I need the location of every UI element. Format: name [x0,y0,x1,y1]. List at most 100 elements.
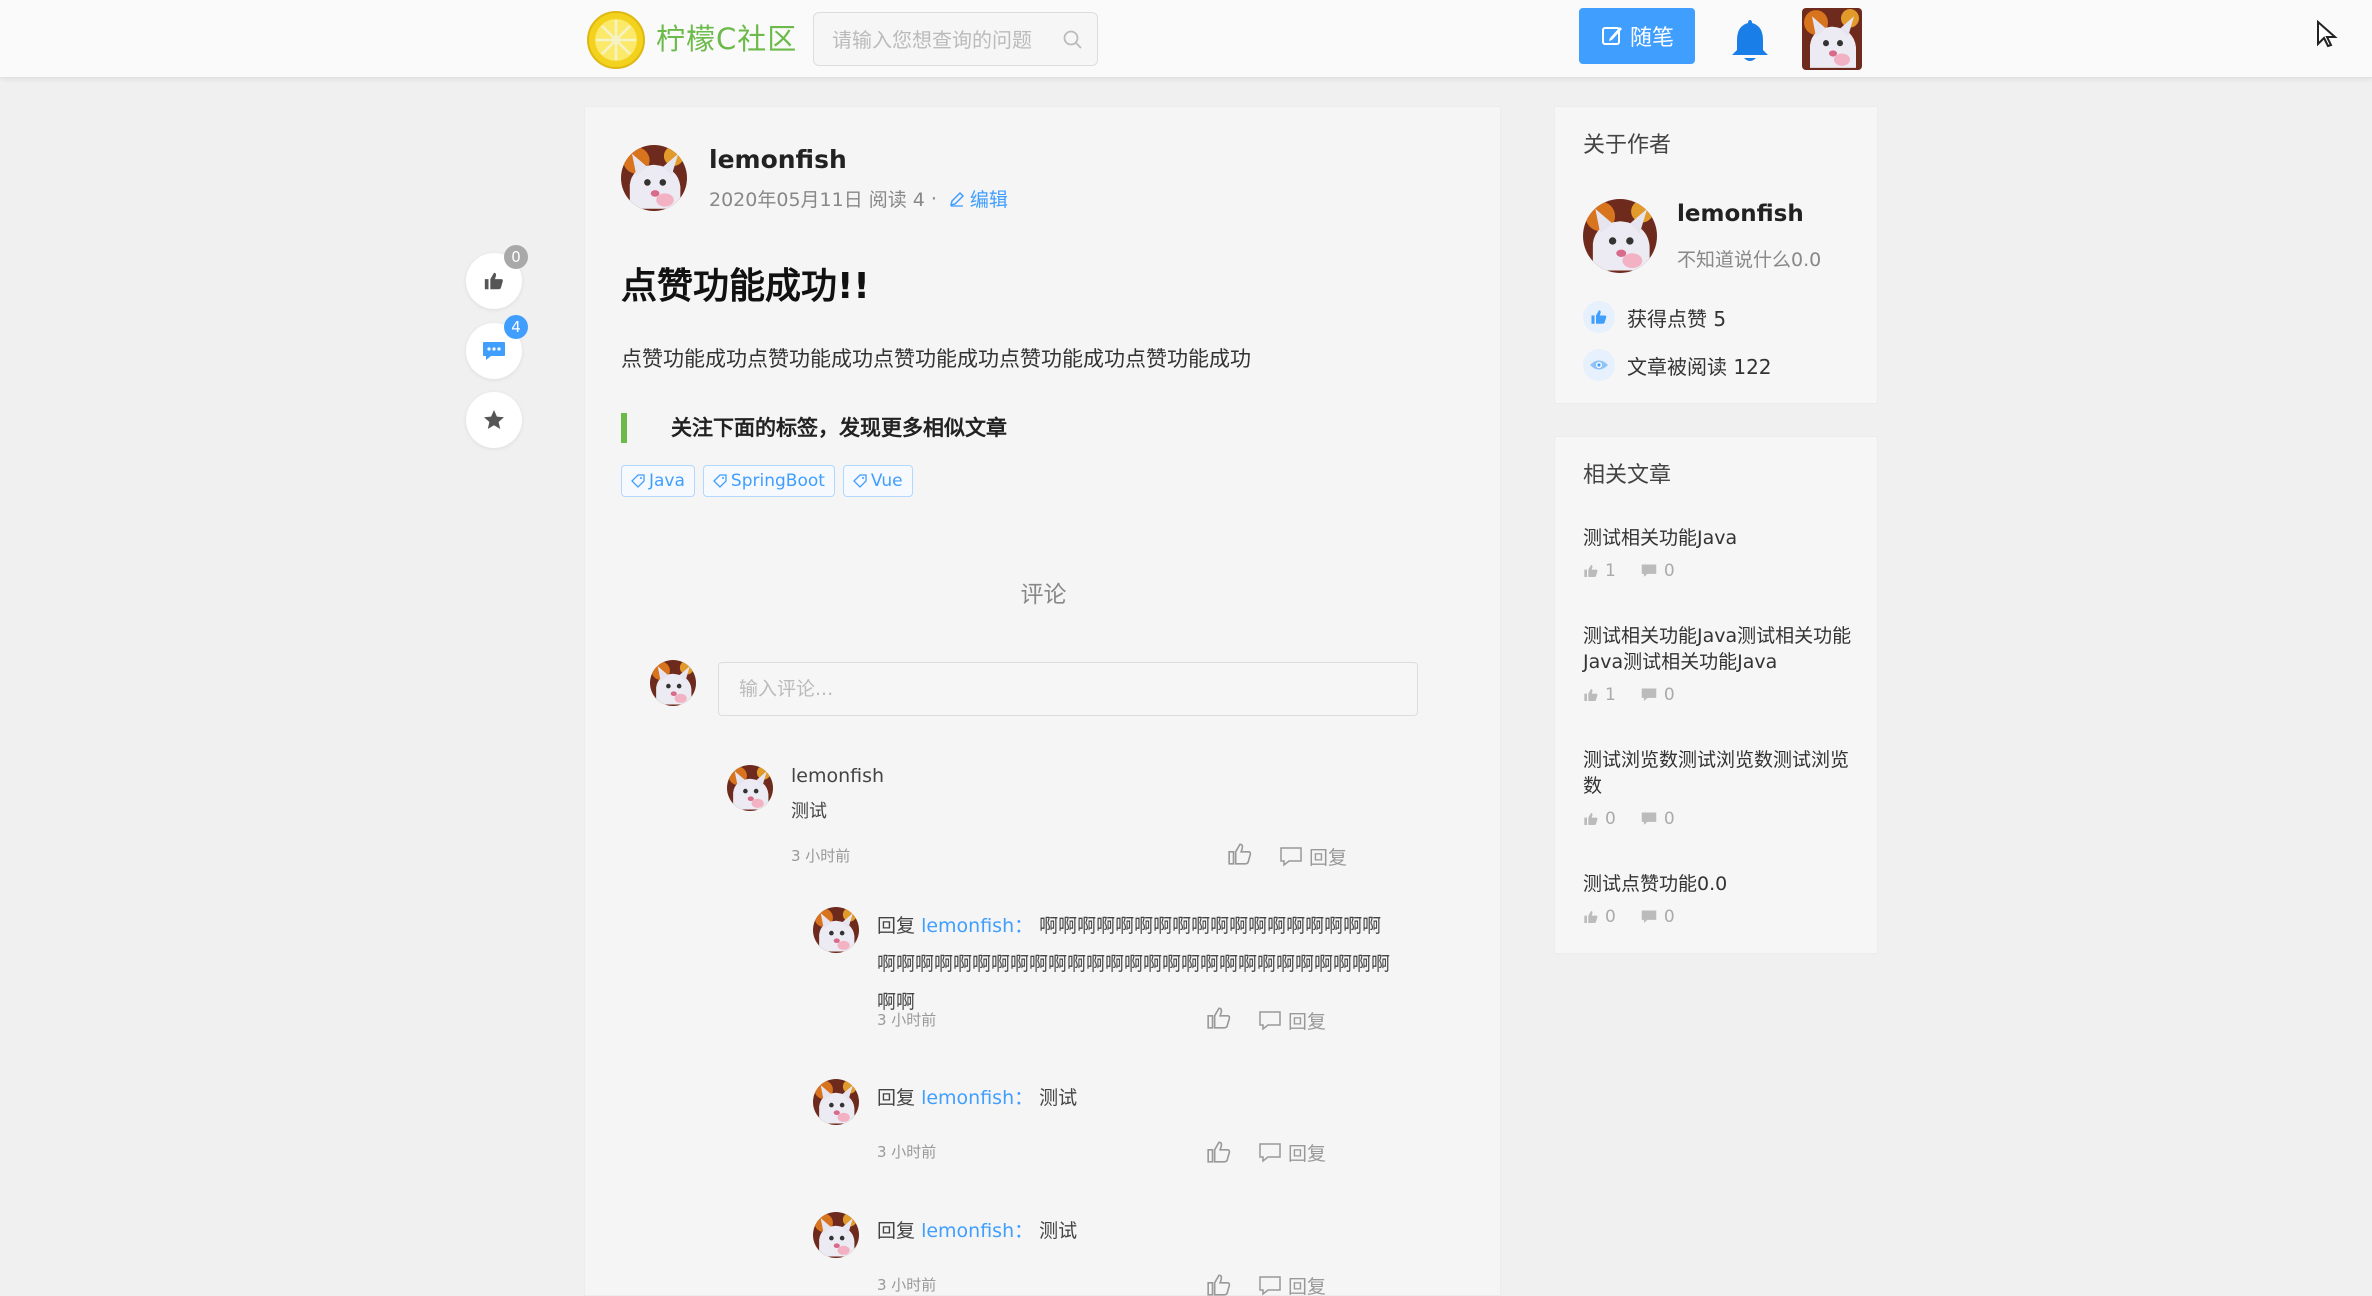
author-avatar[interactable] [621,145,687,211]
star-icon [484,410,504,429]
related-comments-count: 0 [1663,907,1675,927]
related-article-item[interactable]: 测试浏览数测试浏览数测试浏览数 0 0 [1583,747,1853,829]
user-avatar[interactable] [1802,8,1862,70]
reply-target[interactable]: lemonfish： [921,1087,1033,1109]
reply-item: 回复 lemonfish： 啊啊啊啊啊啊啊啊啊啊啊啊啊啊啊啊啊啊啊啊啊啊啊啊啊啊… [813,907,1433,1037]
write-post-label: 随笔 [1629,26,1674,51]
related-likes-count: 0 [1605,809,1616,829]
about-author-title: 关于作者 [1583,133,1672,158]
related-likes: 1 [1583,561,1616,581]
thumbs-up-icon[interactable] [1206,1139,1232,1165]
related-articles-card: 相关文章 测试相关功能Java 1 0 测试相关功能Java测试相关功能Java… [1554,436,1878,954]
commenter-avatar[interactable] [813,1212,859,1258]
related-article-item[interactable]: 测试相关功能Java测试相关功能Java测试相关功能Java 1 0 [1583,623,1853,705]
thumbs-up-icon [1584,813,1598,825]
reply-prefix: 回复 [877,1087,916,1109]
top-navbar: 柠檬C社区 随笔 [0,0,2372,78]
article-body: 点赞功能成功点赞功能成功点赞功能成功点赞功能成功点赞功能成功 [621,347,1251,371]
article-reads-label: 文章被阅读 122 [1627,354,1772,379]
commenter-name[interactable]: lemonfish [791,765,884,787]
tag-list: Java SpringBoot Vue [621,465,913,497]
comment-icon [1259,1142,1281,1163]
tag-springboot[interactable]: SpringBoot [702,465,835,497]
commenter-avatar[interactable] [813,907,859,953]
related-likes-count: 0 [1605,907,1616,927]
reply-content: 回复 lemonfish： 啊啊啊啊啊啊啊啊啊啊啊啊啊啊啊啊啊啊啊啊啊啊啊啊啊啊… [877,907,1397,1021]
lemon-logo-icon[interactable] [586,10,646,70]
thumbs-up-icon[interactable] [1206,1272,1232,1296]
related-article-title[interactable]: 测试相关功能Java测试相关功能Java测试相关功能Java [1583,623,1853,675]
reply-button[interactable]: 回复 [1279,843,1347,870]
write-post-button[interactable]: 随笔 [1579,8,1695,64]
tag-label: Vue [870,471,903,491]
related-comments: 0 [1640,809,1675,829]
comment-count-badge: 4 [504,315,528,339]
article-date: 2020年05月11日 [709,189,863,211]
comment-input[interactable] [718,662,1418,716]
comment-icon [483,342,505,360]
commenter-avatar[interactable] [813,1079,859,1125]
current-user-avatar [650,660,696,706]
thumbs-up-icon[interactable] [1227,841,1253,867]
comment-icon [1259,1010,1281,1031]
related-likes-count: 1 [1605,685,1616,705]
brand-name[interactable]: 柠檬C社区 [656,20,797,58]
tag-icon [631,474,645,488]
related-articles-title: 相关文章 [1583,463,1672,488]
comment-icon [1259,1275,1281,1296]
tag-vue[interactable]: Vue [842,465,913,497]
author-name[interactable]: lemonfish [709,145,847,174]
reply-button[interactable]: 回复 [1258,1007,1326,1034]
likes-received-stat: 获得点赞 5 [1583,301,1726,333]
reply-button[interactable]: 回复 [1258,1139,1326,1166]
reply-target[interactable]: lemonfish： [921,915,1033,937]
tag-label: Java [649,471,685,491]
tags-tip: 关注下面的标签，发现更多相似文章 [621,413,1007,443]
related-comments-count: 0 [1663,561,1675,581]
tag-icon [713,474,727,488]
reply-content: 回复 lemonfish： 测试 [877,1079,1397,1117]
reply-label: 回复 [1309,847,1348,869]
reply-label: 回复 [1288,1011,1327,1033]
related-article-item[interactable]: 测试相关功能Java 1 0 [1583,525,1853,581]
search-input[interactable] [832,28,1052,52]
related-article-title[interactable]: 测试浏览数测试浏览数测试浏览数 [1583,747,1853,799]
reply-label: 回复 [1288,1143,1327,1165]
edit-article-link[interactable]: 编辑 [949,185,1008,212]
search-icon[interactable] [1061,28,1085,52]
pencil-icon [949,191,964,207]
article-meta: 2020年05月11日 阅读 4 · 编辑 [709,185,1008,212]
related-article-title[interactable]: 测试点赞功能0.0 [1583,871,1853,897]
comment-time: 3 小时前 [791,847,851,865]
comment-icon [1641,688,1657,701]
about-author-bio: 不知道说什么0.0 [1677,249,1822,271]
about-author-name[interactable]: lemonfish [1677,201,1804,227]
related-article-stats: 1 0 [1583,685,1853,705]
comment-time: 3 小时前 [877,1276,937,1294]
article-card: lemonfish 2020年05月11日 阅读 4 · 编辑 点赞功能成功!!… [584,106,1501,1296]
tag-java[interactable]: Java [621,465,695,497]
reply-target[interactable]: lemonfish： [921,1220,1033,1242]
comment-text: 测试 [791,801,827,822]
mouse-cursor-icon [2317,20,2338,48]
thumbs-up-icon[interactable] [1206,1005,1232,1031]
related-article-item[interactable]: 测试点赞功能0.0 0 0 [1583,871,1853,927]
related-comments-count: 0 [1663,685,1675,705]
related-comments-count: 0 [1663,809,1675,829]
related-likes-count: 1 [1605,561,1616,581]
comment-icon [1641,812,1657,825]
comment-icon [1641,910,1657,923]
like-article-button[interactable]: 0 [466,245,528,309]
thumbs-up-icon [1584,565,1598,577]
related-article-title[interactable]: 测试相关功能Java [1583,525,1853,551]
article-title: 点赞功能成功!! [621,266,870,307]
comment-article-button[interactable]: 4 [466,315,528,379]
related-comments: 0 [1640,561,1675,581]
reply-button[interactable]: 回复 [1258,1272,1326,1296]
search-box[interactable] [813,12,1098,66]
commenter-avatar[interactable] [727,765,773,811]
related-likes: 0 [1583,907,1616,927]
favorite-article-button[interactable] [466,392,522,448]
notification-bell-icon[interactable] [1728,16,1772,64]
about-author-avatar[interactable] [1583,199,1657,273]
